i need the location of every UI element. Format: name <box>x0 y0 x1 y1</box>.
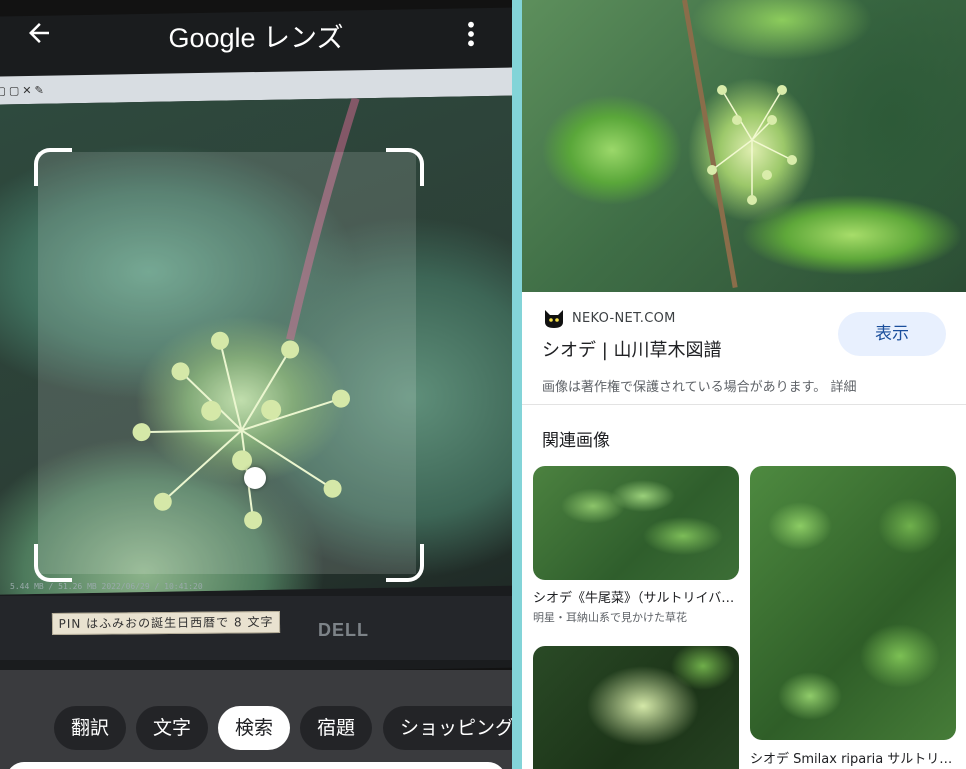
monitor-brand-logo: DELL <box>318 620 369 640</box>
crop-handle-bottom-right[interactable] <box>386 544 424 582</box>
result-main-image[interactable] <box>522 0 966 292</box>
mode-text[interactable]: 文字 <box>136 706 209 750</box>
related-images-heading: 関連画像 <box>542 431 610 451</box>
result-title[interactable]: シオデ | 山川草木図譜 <box>542 336 722 362</box>
section-divider <box>522 404 966 405</box>
lens-title: Google レンズ <box>168 23 344 53</box>
lens-camera-panel: ▢▢✕✎ 5.44 MB / 51.26 MB 2022/06/29 / 10:… <box>0 0 512 769</box>
flower-umbel-graphic <box>707 85 797 205</box>
related-image-1-subcaption: 明星・耳納山系で見かけた草花 <box>533 611 687 624</box>
crop-handle-bottom-left[interactable] <box>34 544 72 582</box>
more-options-button[interactable] <box>462 20 480 52</box>
related-image-1-caption[interactable]: シオデ《牛尾菜》（サルトリイバラ科） <box>533 587 739 606</box>
lens-mode-chips: 翻訳 文字 検索 宿題 ショッピング <box>0 706 512 752</box>
monitor-sticker: PIN はふみおの誕生日西暦で 8 文字 <box>51 611 281 635</box>
more-vert-icon <box>468 21 474 47</box>
result-site-name: NEKO-NET.COM <box>572 311 676 326</box>
panel-divider <box>512 0 522 769</box>
view-button[interactable]: 表示 <box>838 312 946 356</box>
mode-search[interactable]: 検索 <box>218 706 291 750</box>
mode-translate[interactable]: 翻訳 <box>54 706 127 750</box>
monitor-status-text: 5.44 MB / 51.26 MB 2022/06/29 / 10:41:20 <box>10 582 203 591</box>
lens-top-bar: Google レンズ <box>0 0 512 68</box>
mode-shopping[interactable]: ショッピング <box>383 706 512 750</box>
monitor-toolbar-icons: ▢▢✕✎ <box>0 83 47 98</box>
related-image-2-caption[interactable]: シオデ Smilax riparia サルトリイバラ <box>750 748 956 767</box>
search-result-panel: NEKO-NET.COM シオデ | 山川草木図譜 表示 画像は著作権で保護され… <box>522 0 966 769</box>
cat-favicon-icon <box>545 310 563 328</box>
crop-handle-top-left[interactable] <box>34 148 72 186</box>
focus-point <box>244 467 266 489</box>
selection-region[interactable] <box>38 152 416 574</box>
mode-homework[interactable]: 宿題 <box>300 706 373 750</box>
related-image-2[interactable] <box>750 466 956 740</box>
related-image-3[interactable] <box>533 646 739 769</box>
related-image-1[interactable] <box>533 466 739 580</box>
copyright-notice: 画像は著作権で保護されている場合があります。 詳細 <box>542 380 857 395</box>
results-sheet-handle[interactable] <box>6 762 506 769</box>
crop-handle-top-right[interactable] <box>386 148 424 186</box>
